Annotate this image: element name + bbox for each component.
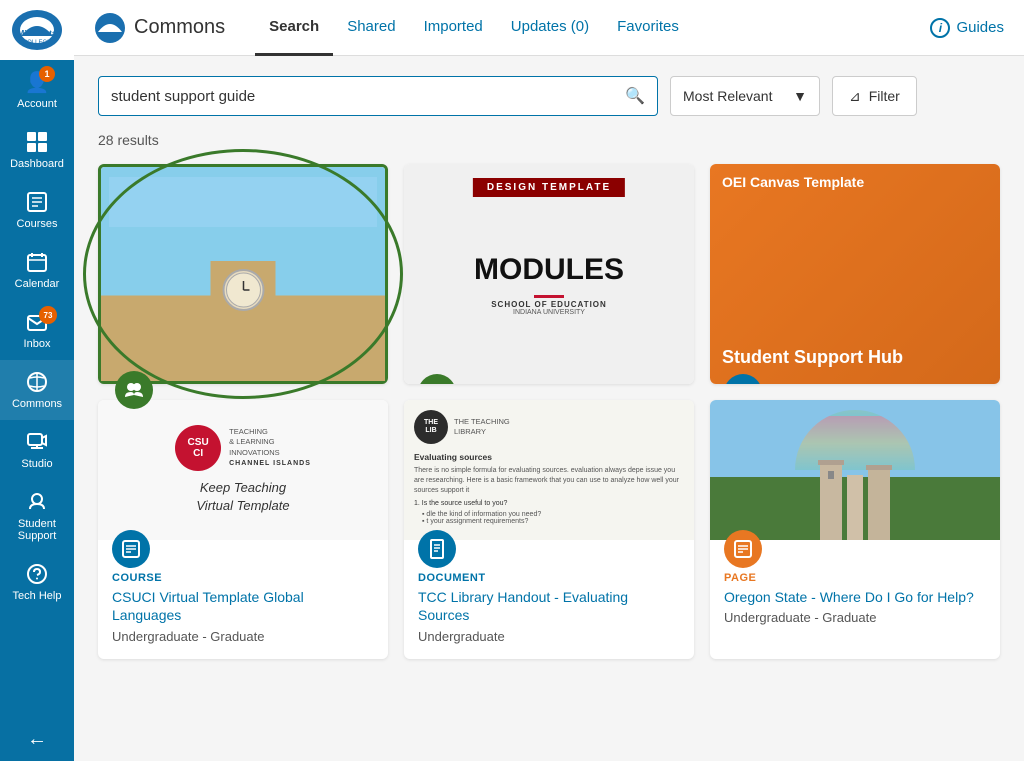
card-6-grade: Undergraduate - Graduate [724,610,986,625]
card-3[interactable]: OEI Canvas Template Student Support Hub … [710,164,1000,384]
inbox-badge: 73 [39,306,57,324]
guides-label: Guides [956,19,1004,36]
main-area: Commons Search Shared Imported Updates (… [74,0,1024,761]
commons-label: Commons [12,398,62,410]
card-6-thumbnail [710,400,1000,540]
student-support-icon [25,490,49,514]
search-input[interactable] [111,88,625,105]
sort-selected-label: Most Relevant [683,88,772,104]
search-icon: 🔍 [625,86,645,106]
card-6-body: PAGE Oregon State - Where Do I Go for He… [710,540,1000,640]
card-4-type-icon [112,530,150,568]
results-count: 28 results [98,132,1000,148]
card-5-body: DOCUMENT TCC Library Handout - Evaluatin… [404,540,694,658]
card-1-thumbnail [101,167,385,381]
filter-icon: ⊿ [849,88,861,105]
card-4-body: COURSE CSUCI Virtual Template Global Lan… [98,540,388,658]
studio-label: Studio [21,458,52,470]
sidebar-item-commons[interactable]: Commons [0,360,74,420]
info-icon: i [930,18,950,38]
card-5-thumbnail: THELIB THE TEACHINGLIBRARY Evaluating so… [404,400,694,540]
card-4[interactable]: CSUCI TEACHING& LEARNINGINNOVATIONSCHANN… [98,400,388,658]
sidebar-logo: MiraCosta COLLEGE [0,0,74,60]
sidebar-item-student-support[interactable]: Student Support [0,480,74,552]
content-area: 🔍 Most Relevant ▼ ⊿ Filter 28 results [74,56,1024,761]
nav-link-favorites[interactable]: Favorites [603,0,693,56]
card-2-thumbnail: DESIGN TEMPLATE MODULES SCHOOL OF EDUCAT… [404,164,694,384]
filter-label: Filter [869,88,900,104]
svg-text:COLLEGE: COLLEGE [23,40,51,46]
sidebar: MiraCosta COLLEGE 👤 1 Account Dashboard … [0,0,74,761]
commons-icon [25,370,49,394]
card-5-grade: Undergraduate [418,629,680,644]
search-box[interactable]: 🔍 [98,76,658,116]
sidebar-item-calendar[interactable]: Calendar [0,240,74,300]
account-badge: 1 [39,66,55,82]
guides-link[interactable]: i Guides [930,18,1004,38]
search-row: 🔍 Most Relevant ▼ ⊿ Filter [98,76,1000,116]
card-2[interactable]: DESIGN TEMPLATE MODULES SCHOOL OF EDUCAT… [404,164,694,384]
courses-label: Courses [17,218,58,230]
miracosta-logo-icon: MiraCosta COLLEGE [11,8,63,52]
calendar-icon [25,250,49,274]
account-icon: 👤 1 [25,70,49,94]
sidebar-item-account[interactable]: 👤 1 Account [0,60,74,120]
top-nav-links: Search Shared Imported Updates (0) Favor… [255,0,930,56]
card-6-type-icon [724,530,762,568]
nav-link-updates[interactable]: Updates (0) [497,0,603,56]
nav-link-shared[interactable]: Shared [333,0,409,56]
card-4-thumbnail: CSUCI TEACHING& LEARNINGINNOVATIONSCHANN… [98,400,388,540]
card-6[interactable]: PAGE Oregon State - Where Do I Go for He… [710,400,1000,658]
svg-text:MiraCosta: MiraCosta [18,29,57,38]
card-5-title: TCC Library Handout - Evaluating Sources [418,588,680,624]
cards-grid: MODULE Student Support Guide Undergradua… [98,164,1000,659]
calendar-label: Calendar [15,278,60,290]
dashboard-label: Dashboard [10,158,64,170]
card-5-type-label: DOCUMENT [418,572,680,584]
sort-chevron-icon: ▼ [793,88,807,104]
sidebar-item-courses[interactable]: Courses [0,180,74,240]
top-navigation: Commons Search Shared Imported Updates (… [74,0,1024,56]
sort-dropdown[interactable]: Most Relevant ▼ [670,76,820,116]
app-name: Commons [134,16,225,39]
sidebar-item-dashboard[interactable]: Dashboard [0,120,74,180]
tech-help-label: Tech Help [13,590,62,602]
card-5-type-icon [418,530,456,568]
student-support-label: Student Support [4,518,70,542]
account-label: Account [17,98,57,110]
card-6-title: Oregon State - Where Do I Go for Help? [724,588,986,606]
card-6-type-label: PAGE [724,572,986,584]
inbox-label: Inbox [24,338,51,350]
card-1-type-icon [115,371,153,409]
studio-icon [25,430,49,454]
card-1[interactable]: MODULE Student Support Guide Undergradua… [98,164,388,384]
nav-link-search[interactable]: Search [255,0,333,56]
card-4-title: CSUCI Virtual Template Global Languages [112,588,374,624]
dashboard-icon [25,130,49,154]
card-3-thumbnail: OEI Canvas Template Student Support Hub [710,164,1000,384]
sidebar-collapse-button[interactable]: ← [0,718,74,761]
card-4-type-label: COURSE [112,572,374,584]
card-4-grade: Undergraduate - Graduate [112,629,374,644]
filter-button[interactable]: ⊿ Filter [832,76,917,116]
inbox-icon: 73 [25,310,49,334]
sidebar-item-studio[interactable]: Studio [0,420,74,480]
sidebar-item-tech-help[interactable]: Tech Help [0,552,74,612]
app-title: Commons [94,12,225,44]
tech-help-icon [25,562,49,586]
collapse-icon: ← [27,728,47,751]
commons-logo-icon [94,12,126,44]
courses-icon [25,190,49,214]
nav-link-imported[interactable]: Imported [410,0,497,56]
sidebar-item-inbox[interactable]: 73 Inbox [0,300,74,360]
card-5[interactable]: THELIB THE TEACHINGLIBRARY Evaluating so… [404,400,694,658]
